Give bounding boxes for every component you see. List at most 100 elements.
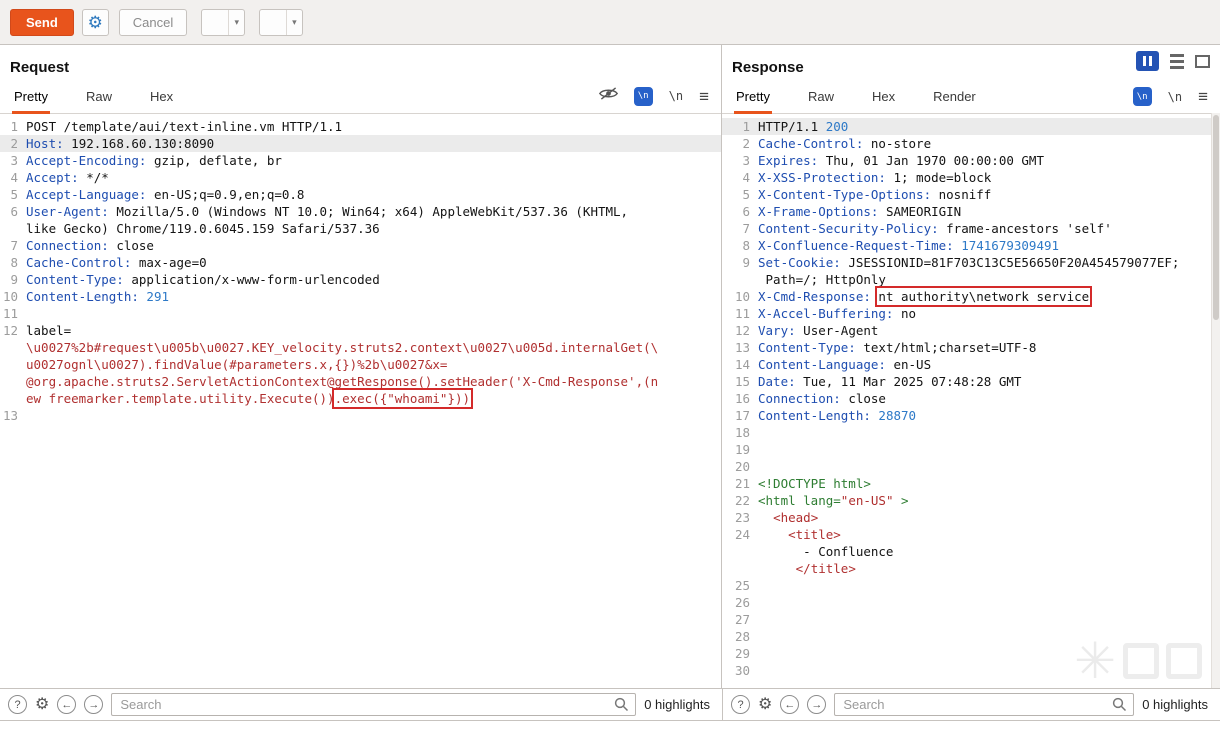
tab-raw[interactable]: Raw <box>806 85 836 114</box>
code-line[interactable]: 21<!DOCTYPE html> <box>722 475 1220 492</box>
response-editor[interactable]: 1HTTP/1.1 2002Cache-Control: no-store3Ex… <box>722 114 1220 679</box>
code-line[interactable]: 9Set-Cookie: JSESSIONID=81F703C13C5E5665… <box>722 254 1220 271</box>
code-line[interactable]: 13Content-Type: text/html;charset=UTF-8 <box>722 339 1220 356</box>
code-line[interactable]: ew freemarker.template.utility.Execute()… <box>0 390 721 407</box>
next-match-icon[interactable]: → <box>84 695 103 714</box>
newline-icon[interactable]: \n <box>1168 90 1182 104</box>
code-line[interactable]: 3Accept-Encoding: gzip, deflate, br <box>0 152 721 169</box>
code-line[interactable]: 9Content-Type: application/x-www-form-ur… <box>0 271 721 288</box>
code-line[interactable]: 12Vary: User-Agent <box>722 322 1220 339</box>
line-number: 6 <box>0 203 18 220</box>
code-line[interactable]: 25 <box>722 577 1220 594</box>
code-line[interactable]: 2Host: 192.168.60.130:8090 <box>0 135 721 152</box>
code-line[interactable]: 5Accept-Language: en-US;q=0.9,en;q=0.8 <box>0 186 721 203</box>
code-line[interactable]: u0027ognl\u0027).findValue(#parameters.x… <box>0 356 721 373</box>
search-settings-icon[interactable]: ⚙ <box>758 697 772 713</box>
code-line[interactable]: 16Connection: close <box>722 390 1220 407</box>
code-line[interactable]: 15Date: Tue, 11 Mar 2025 07:48:28 GMT <box>722 373 1220 390</box>
code-line[interactable]: 20 <box>722 458 1220 475</box>
code-line[interactable]: 30 <box>722 662 1220 679</box>
code-line[interactable]: 1HTTP/1.1 200 <box>722 118 1220 135</box>
code-line[interactable]: 28 <box>722 628 1220 645</box>
code-line[interactable]: \u0027%2b#request\u005b\u0027.KEY_veloci… <box>0 339 721 356</box>
code-line[interactable]: 3Expires: Thu, 01 Jan 1970 00:00:00 GMT <box>722 152 1220 169</box>
tab-raw[interactable]: Raw <box>84 85 114 114</box>
code-line[interactable]: like Gecko) Chrome/119.0.6045.159 Safari… <box>0 220 721 237</box>
code-line[interactable]: 17Content-Length: 28870 <box>722 407 1220 424</box>
scrollbar-thumb[interactable] <box>1213 115 1219 320</box>
search-input[interactable] <box>834 693 1134 716</box>
help-icon[interactable]: ? <box>731 695 750 714</box>
newline-icon[interactable]: \n <box>669 89 683 103</box>
code-line[interactable]: 7Content-Security-Policy: frame-ancestor… <box>722 220 1220 237</box>
line-number <box>722 271 750 288</box>
code-line[interactable]: 12label= <box>0 322 721 339</box>
back-dropdown[interactable]: ▾ <box>229 10 244 35</box>
code-line[interactable]: 11 <box>0 305 721 322</box>
next-match-icon[interactable]: → <box>807 695 826 714</box>
help-icon[interactable]: ? <box>8 695 27 714</box>
code-line[interactable]: 4Accept: */* <box>0 169 721 186</box>
code-line[interactable]: </title> <box>722 560 1220 577</box>
search-icon <box>1112 697 1127 717</box>
code-line[interactable]: 24 <title> <box>722 526 1220 543</box>
tab-pretty[interactable]: Pretty <box>12 85 50 114</box>
code-line[interactable]: 10X-Cmd-Response: nt authority\network s… <box>722 288 1220 305</box>
code-line[interactable]: 26 <box>722 594 1220 611</box>
editor-menu-icon[interactable]: ≡ <box>1198 88 1208 105</box>
forward-dropdown[interactable]: ▾ <box>287 10 302 35</box>
single-layout-button[interactable] <box>1195 55 1210 68</box>
code-line[interactable]: - Confluence <box>722 543 1220 560</box>
code-line[interactable]: 1POST /template/aui/text-inline.vm HTTP/… <box>0 118 721 135</box>
code-line[interactable]: 6X-Frame-Options: SAMEORIGIN <box>722 203 1220 220</box>
editor-menu-icon[interactable]: ≡ <box>699 88 709 105</box>
request-editor[interactable]: 1POST /template/aui/text-inline.vm HTTP/… <box>0 114 721 424</box>
code-line[interactable]: 10Content-Length: 291 <box>0 288 721 305</box>
prev-match-icon[interactable]: ← <box>57 695 76 714</box>
token: Set-Cookie: <box>758 255 841 270</box>
back-button[interactable]: < <box>202 10 229 36</box>
code-line[interactable]: @org.apache.struts2.ServletActionContext… <box>0 373 721 390</box>
tab-render[interactable]: Render <box>931 85 978 114</box>
send-button[interactable]: Send <box>10 9 74 36</box>
code-line[interactable]: 27 <box>722 611 1220 628</box>
search-settings-icon[interactable]: ⚙ <box>35 697 49 713</box>
nonprintable-toggle-icon[interactable]: \n <box>1133 87 1152 106</box>
tab-hex[interactable]: Hex <box>148 85 175 114</box>
code-line[interactable]: 6User-Agent: Mozilla/5.0 (Windows NT 10.… <box>0 203 721 220</box>
code-text: Set-Cookie: JSESSIONID=81F703C13C5E56650… <box>750 254 1179 271</box>
line-number: 22 <box>722 492 750 509</box>
rows-layout-button[interactable] <box>1167 51 1187 71</box>
forward-button[interactable]: > <box>260 10 287 36</box>
token: 291 <box>146 289 169 304</box>
code-line[interactable]: 4X-XSS-Protection: 1; mode=block <box>722 169 1220 186</box>
code-line[interactable]: 13 <box>0 407 721 424</box>
nonprintable-toggle-icon[interactable]: \n <box>634 87 653 106</box>
code-line[interactable]: 29 <box>722 645 1220 662</box>
settings-button[interactable]: ⚙ <box>82 9 109 36</box>
hide-eye-icon[interactable] <box>599 86 618 106</box>
cancel-button[interactable]: Cancel <box>119 9 187 36</box>
columns-layout-button[interactable] <box>1136 51 1159 71</box>
code-line[interactable]: 22<html lang="en-US" > <box>722 492 1220 509</box>
code-line[interactable]: Path=/; HttpOnly <box>722 271 1220 288</box>
token: Cache-Control: <box>26 255 131 270</box>
prev-match-icon[interactable]: ← <box>780 695 799 714</box>
token: Accept-Encoding: <box>26 153 146 168</box>
tab-pretty[interactable]: Pretty <box>734 85 772 114</box>
code-line[interactable]: 23 <head> <box>722 509 1220 526</box>
code-line[interactable]: 19 <box>722 441 1220 458</box>
code-line[interactable]: 2Cache-Control: no-store <box>722 135 1220 152</box>
code-line[interactable]: 8Cache-Control: max-age=0 <box>0 254 721 271</box>
code-line[interactable]: 7Connection: close <box>0 237 721 254</box>
line-number: 3 <box>722 152 750 169</box>
search-input[interactable] <box>111 693 636 716</box>
code-line[interactable]: 14Content-Language: en-US <box>722 356 1220 373</box>
tab-hex[interactable]: Hex <box>870 85 897 114</box>
response-scrollbar[interactable] <box>1211 113 1220 688</box>
code-line[interactable]: 5X-Content-Type-Options: nosniff <box>722 186 1220 203</box>
code-line[interactable]: 11X-Accel-Buffering: no <box>722 305 1220 322</box>
code-text: X-Cmd-Response: nt authority\network ser… <box>750 288 1089 305</box>
code-line[interactable]: 18 <box>722 424 1220 441</box>
code-line[interactable]: 8X-Confluence-Request-Time: 174167930949… <box>722 237 1220 254</box>
